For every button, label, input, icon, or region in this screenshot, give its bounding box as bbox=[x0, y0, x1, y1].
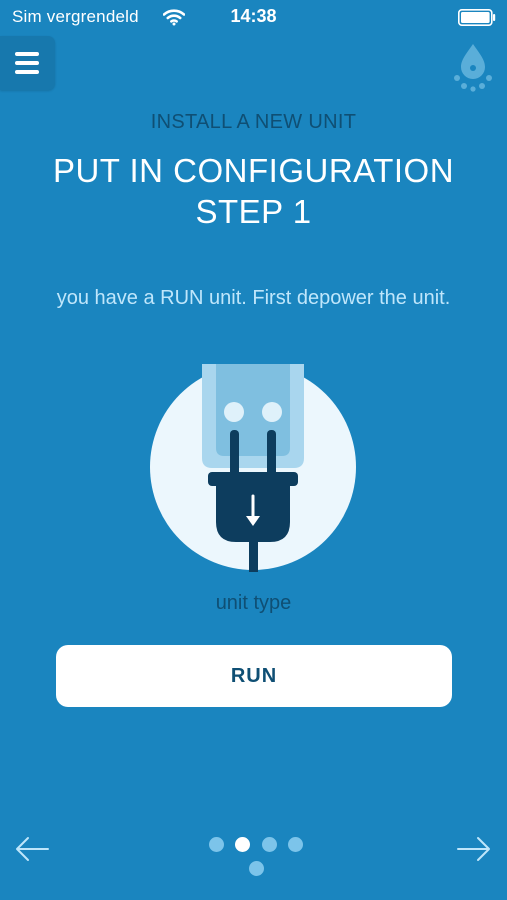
status-bar: Sim vergrendeld 14:38 bbox=[0, 0, 507, 34]
unit-type-label: unit type bbox=[215, 592, 292, 614]
page-title: PUT IN CONFIGURATION STEP 1 bbox=[52, 152, 455, 230]
wizard-eyebrow: INSTALL A NEW UNIT bbox=[150, 111, 357, 133]
page-dot[interactable] bbox=[209, 837, 224, 852]
page-dot-active[interactable] bbox=[235, 837, 250, 852]
pagination-dots bbox=[0, 836, 507, 876]
page-dot bbox=[249, 861, 264, 876]
clock: 14:38 bbox=[230, 6, 277, 26]
instruction-text: you have a RUN unit. First depower the u… bbox=[56, 287, 451, 309]
unplug-icon bbox=[150, 364, 356, 572]
page-dot[interactable] bbox=[288, 837, 303, 852]
unit-type-run-button[interactable]: RUN bbox=[56, 645, 452, 707]
droplet-logo-icon bbox=[454, 44, 492, 92]
page-dot[interactable] bbox=[262, 837, 277, 852]
battery-icon bbox=[458, 9, 496, 26]
arrow-right-icon[interactable] bbox=[456, 834, 492, 864]
menu-button[interactable] bbox=[0, 36, 55, 90]
